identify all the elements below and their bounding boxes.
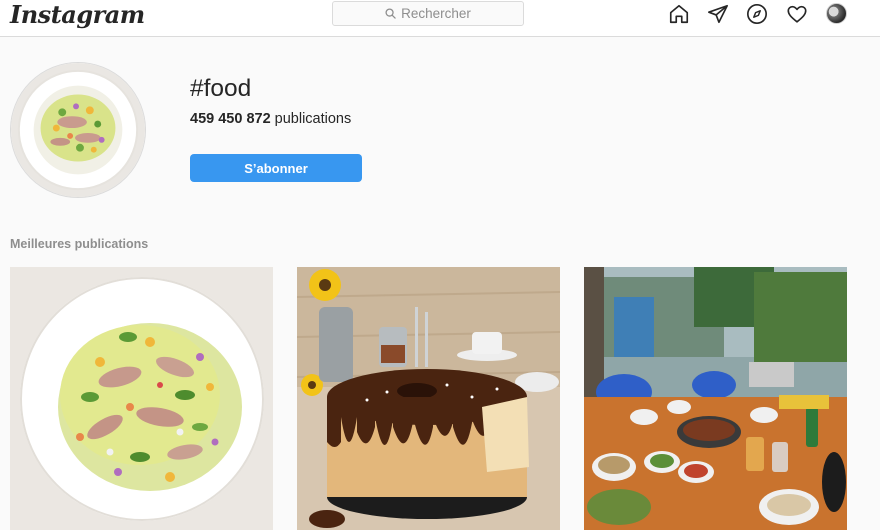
activity-heart-icon[interactable] — [785, 2, 809, 26]
post-count-number: 459 450 872 — [190, 111, 271, 127]
top-post-2[interactable] — [297, 267, 560, 530]
post-count: 459 450 872 publications — [190, 110, 351, 128]
home-icon[interactable] — [667, 2, 691, 26]
search-input[interactable]: Rechercher — [332, 1, 524, 26]
direct-message-icon[interactable] — [706, 2, 730, 26]
top-post-1[interactable] — [10, 267, 273, 530]
post-count-suffix: publications — [270, 111, 352, 127]
instagram-logo[interactable]: Instagram — [10, 0, 145, 30]
profile-avatar[interactable] — [826, 3, 847, 24]
top-posts-heading: Meilleures publications — [10, 237, 149, 251]
top-navigation-bar: Instagram Rechercher — [0, 0, 880, 37]
follow-button[interactable]: S’abonner — [190, 154, 362, 182]
hashtag-title: #food — [190, 75, 252, 102]
search-icon — [385, 8, 396, 19]
explore-compass-icon[interactable] — [745, 2, 769, 26]
hashtag-avatar — [10, 62, 146, 198]
top-post-3[interactable] — [584, 267, 847, 530]
search-placeholder: Rechercher — [401, 6, 471, 21]
